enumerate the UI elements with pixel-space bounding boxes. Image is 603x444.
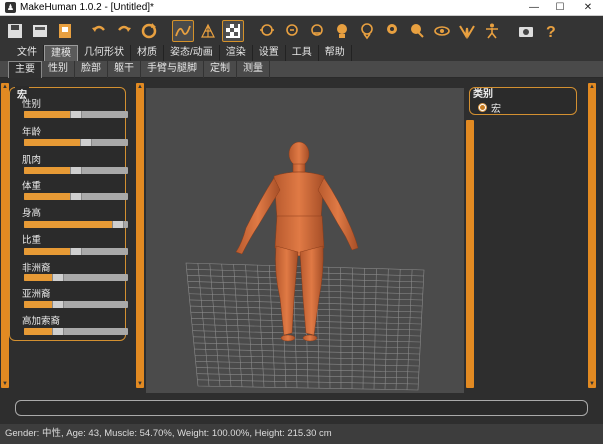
scroll-up-icon[interactable]: ▲	[588, 83, 596, 91]
scroll-up-icon[interactable]: ▲	[1, 83, 9, 91]
save-icon[interactable]	[4, 20, 26, 42]
export-icon[interactable]	[54, 20, 76, 42]
muscle-slider[interactable]	[24, 167, 128, 174]
load-icon[interactable]	[29, 20, 51, 42]
maximize-button[interactable]: ☐	[547, 0, 573, 16]
scroll-down-icon[interactable]: ▼	[588, 380, 596, 388]
tab-custom[interactable]: 定制	[204, 61, 237, 78]
sub-tab-bar: 主要 性别 脸部 躯干 手臂与腿脚 定制 测量	[0, 61, 603, 78]
pose-icon[interactable]	[456, 20, 478, 42]
tab-arms-legs[interactable]: 手臂与腿脚	[141, 61, 204, 78]
svg-text:?: ?	[546, 24, 556, 40]
slider-label-age: 年龄	[22, 127, 42, 138]
age-slider[interactable]	[24, 139, 128, 146]
slider-label-height: 身高	[22, 208, 42, 219]
slider-label-proportion: 比重	[22, 235, 42, 246]
scroll-up-icon[interactable]: ▲	[136, 83, 144, 91]
bottom-bar	[0, 396, 603, 424]
background-icon[interactable]	[222, 19, 244, 42]
tab-geometries[interactable]: 几何形状	[78, 45, 131, 61]
weight-slider[interactable]	[24, 193, 128, 200]
tab-materials[interactable]: 材质	[131, 45, 164, 61]
reset-icon[interactable]	[138, 20, 160, 42]
macro-panel: 宏 性别 年龄 肌肉 体重 身高 比重 非洲裔 亚洲裔 高加索裔	[9, 86, 128, 341]
radio-selected-icon[interactable]	[478, 103, 487, 112]
slider-label-weight: 体重	[22, 181, 42, 192]
tab-file[interactable]: 文件	[11, 45, 44, 61]
screenshot-icon[interactable]	[515, 20, 537, 42]
slider-label-caucasian: 高加索裔	[22, 316, 61, 327]
help-icon[interactable]: ?	[540, 20, 562, 42]
front-view-icon[interactable]	[256, 20, 278, 42]
tab-measure[interactable]: 测量	[237, 61, 270, 78]
progress-bar	[15, 400, 588, 416]
app-icon: ♟	[5, 2, 16, 13]
left-view-icon[interactable]	[306, 20, 328, 42]
symmetry-icon[interactable]	[481, 20, 503, 42]
wireframe-icon[interactable]	[197, 20, 219, 42]
title-bar: ♟ MakeHuman 1.0.2 - [Untitled]* — ☐ ✕	[0, 0, 603, 16]
top-view-icon[interactable]	[356, 20, 378, 42]
redo-icon[interactable]	[113, 20, 135, 42]
toolbar: ?	[0, 16, 603, 45]
slider-label-muscle: 肌肉	[22, 155, 42, 166]
right-panel-scrollbar[interactable]: ▲ ▼	[588, 83, 596, 388]
scroll-down-icon[interactable]: ▼	[136, 380, 144, 388]
smooth-icon[interactable]	[172, 19, 194, 42]
slider-label-gender: 性别	[22, 99, 42, 110]
undo-icon[interactable]	[88, 20, 110, 42]
tab-gender[interactable]: 性别	[42, 61, 75, 78]
category-panel: 类别 宏	[469, 87, 577, 115]
asian-slider[interactable]	[24, 301, 128, 308]
bottom-view-icon[interactable]	[381, 20, 403, 42]
back-view-icon[interactable]	[281, 20, 303, 42]
status-bar: Gender: 中性, Age: 43, Muscle: 54.70%, Wei…	[0, 424, 603, 444]
macro-radio-label: 宏	[491, 104, 501, 115]
left-edge-scrollbar[interactable]: ▲ ▼	[1, 83, 9, 388]
tab-main[interactable]: 主要	[8, 61, 42, 78]
main-area: 宏 性别 年龄 肌肉 体重 身高 比重 非洲裔 亚洲裔 高加索裔 ▲ ▼ ▲ ▼	[0, 78, 603, 396]
slider-label-asian: 亚洲裔	[22, 289, 51, 300]
tab-torso[interactable]: 躯干	[108, 61, 141, 78]
slider-label-african: 非洲裔	[22, 263, 51, 274]
tab-face[interactable]: 脸部	[75, 61, 108, 78]
tab-utilities[interactable]: 工具	[286, 45, 319, 61]
proportion-slider[interactable]	[24, 248, 128, 255]
gender-slider[interactable]	[24, 111, 128, 118]
viewport-divider-scrollbar[interactable]	[466, 120, 474, 388]
tab-modelling[interactable]: 建模	[44, 45, 78, 61]
minimize-button[interactable]: —	[521, 0, 547, 16]
african-slider[interactable]	[24, 274, 128, 281]
caucasian-slider[interactable]	[24, 328, 128, 335]
reset-camera-icon[interactable]	[406, 20, 428, 42]
height-slider[interactable]	[24, 221, 128, 228]
left-panel-scrollbar[interactable]: ▲ ▼	[136, 83, 144, 388]
right-view-icon[interactable]	[331, 20, 353, 42]
3d-viewport[interactable]	[146, 88, 464, 393]
human-model-view[interactable]	[146, 88, 464, 393]
tab-pose-animate[interactable]: 姿态/动画	[164, 45, 220, 61]
skeleton-view-icon[interactable]	[431, 20, 453, 42]
human-model	[235, 141, 359, 342]
close-button[interactable]: ✕	[573, 0, 603, 16]
window-title: MakeHuman 1.0.2 - [Untitled]*	[20, 2, 154, 13]
scroll-down-icon[interactable]: ▼	[1, 380, 9, 388]
tab-help[interactable]: 帮助	[319, 45, 352, 61]
macro-radio[interactable]: 宏	[478, 100, 501, 115]
category-title: 类别	[473, 89, 493, 100]
tab-rendering[interactable]: 渲染	[220, 45, 253, 61]
tab-settings[interactable]: 设置	[253, 45, 286, 61]
main-tab-bar: 文件 建模 几何形状 材质 姿态/动画 渲染 设置 工具 帮助	[0, 45, 603, 61]
